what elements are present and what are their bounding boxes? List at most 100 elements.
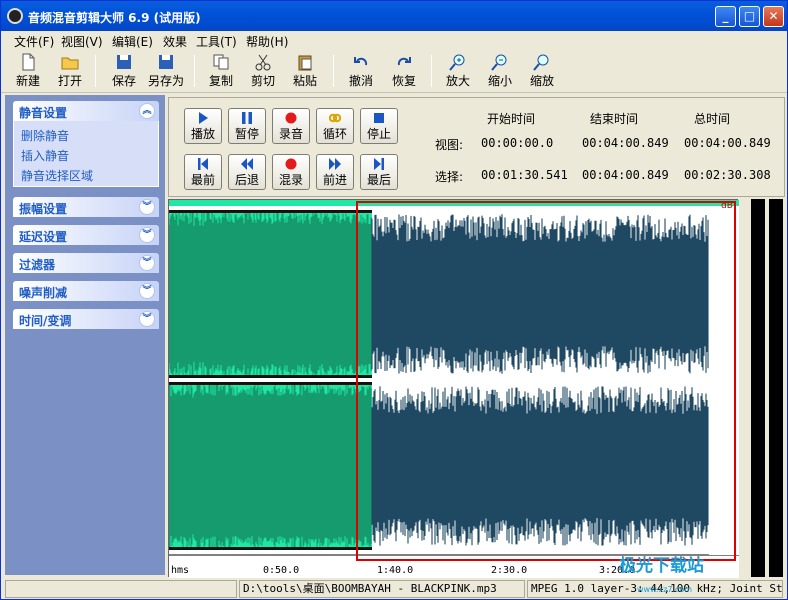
- save-disk-icon: [117, 55, 131, 69]
- status-empty-pane: [5, 580, 237, 598]
- chevron-down-icon[interactable]: ︾: [139, 283, 155, 299]
- redo-label: 恢复: [391, 74, 416, 88]
- toolbar-separator: [333, 55, 334, 87]
- rewind-button[interactable]: 后退: [228, 154, 266, 190]
- new-button[interactable]: 新建: [13, 51, 43, 91]
- paste-button[interactable]: 粘贴: [290, 51, 320, 91]
- menu-edit[interactable]: 编辑(E): [112, 33, 153, 50]
- noise-section-header[interactable]: 噪声削减 ︾: [13, 281, 159, 301]
- zoom-in-label: 放大: [445, 74, 470, 88]
- copy-label: 复制: [208, 74, 233, 88]
- task-pane: 静音设置 ︽ 删除静音 插入静音 静音选择区域 振幅设置 ︾ 延迟设置 ︾ 过滤…: [5, 95, 165, 575]
- go-first-button[interactable]: 最前: [184, 154, 222, 190]
- title-bar: 音频混音剪辑大师 6.9 (试用版) _ □ ✕: [1, 1, 787, 31]
- level-meter-left: [751, 199, 765, 577]
- transport-panel: 播放 暂停 录音 循环 停止 最前 后退 混录 前进 最后 开始时间 结束时间 …: [168, 97, 785, 197]
- delay-section-header[interactable]: 延迟设置 ︾: [13, 225, 159, 245]
- waveform-view[interactable]: hms 0:50.0 1:40.0 2:30.0 3:20.0 dB: [168, 199, 739, 578]
- rewind-label: 后退: [234, 173, 259, 187]
- record-label: 录音: [278, 127, 303, 141]
- cut-label: 剪切: [250, 74, 275, 88]
- timeline-tick-label: 2:30.0: [491, 565, 527, 576]
- time-pitch-section-header[interactable]: 时间/变调 ︾: [13, 309, 159, 329]
- toolbar: 新建 打开 保存 另存为 复制 剪切 粘贴 撤消 恢复 放大 缩小 缩放: [1, 49, 787, 93]
- mix-record-icon: [285, 158, 297, 170]
- zoom-in-button[interactable]: 放大: [443, 51, 473, 91]
- chevron-down-icon[interactable]: ︾: [139, 311, 155, 327]
- go-last-button[interactable]: 最后: [360, 154, 398, 190]
- silence-selection-link[interactable]: 静音选择区域: [21, 167, 93, 184]
- play-button[interactable]: 播放: [184, 108, 222, 144]
- zoom-out-icon: [491, 54, 507, 71]
- menu-tools[interactable]: 工具(T): [196, 33, 237, 50]
- save-button[interactable]: 保存: [109, 51, 139, 91]
- selection-row-label: 选择:: [435, 170, 464, 184]
- view-start-value: 00:00:00.0: [481, 136, 554, 150]
- zoom-button[interactable]: 缩放: [527, 51, 557, 91]
- level-meter-right: [769, 199, 783, 577]
- save-as-label: 另存为: [147, 74, 184, 88]
- timeline-tick-label: 0:50.0: [263, 565, 299, 576]
- minimize-button[interactable]: _: [715, 6, 736, 27]
- view-total-value: 00:04:00.849: [684, 136, 771, 150]
- record-button[interactable]: 录音: [272, 108, 310, 144]
- pause-button[interactable]: 暂停: [228, 108, 266, 144]
- selection-end-value: 00:04:00.849: [582, 168, 669, 182]
- save-label: 保存: [111, 74, 136, 88]
- amplitude-section-header[interactable]: 振幅设置 ︾: [13, 197, 159, 217]
- undo-label: 撤消: [348, 74, 373, 88]
- timeline-tick-label: 1:40.0: [377, 565, 413, 576]
- chevron-down-icon[interactable]: ︾: [139, 227, 155, 243]
- forward-label: 前进: [322, 173, 347, 187]
- loop-label: 循环: [322, 127, 347, 141]
- start-time-header: 开始时间: [487, 112, 536, 126]
- toolbar-separator: [431, 55, 432, 87]
- menu-help[interactable]: 帮助(H): [246, 33, 288, 50]
- pause-label: 暂停: [234, 127, 259, 141]
- play-label: 播放: [190, 127, 215, 141]
- cut-button[interactable]: 剪切: [248, 51, 278, 91]
- zoom-out-button[interactable]: 缩小: [485, 51, 515, 91]
- undo-button[interactable]: 撤消: [346, 51, 376, 91]
- zoom-out-label: 缩小: [487, 74, 512, 88]
- close-button[interactable]: ✕: [763, 6, 784, 27]
- open-button[interactable]: 打开: [55, 51, 85, 91]
- toolbar-separator: [194, 55, 195, 87]
- menu-view[interactable]: 视图(V): [61, 33, 103, 50]
- save-as-button[interactable]: 另存为: [146, 51, 186, 91]
- stop-icon: [374, 113, 384, 123]
- redo-button[interactable]: 恢复: [389, 51, 419, 91]
- menu-bar: 文件(F) 视图(V) 编辑(E) 效果 工具(T) 帮助(H): [1, 31, 787, 49]
- mix-record-label: 混录: [278, 173, 303, 187]
- waveform-canvas[interactable]: hms 0:50.0 1:40.0 2:30.0 3:20.0 dB: [168, 200, 739, 578]
- view-end-value: 00:04:00.849: [582, 136, 669, 150]
- app-window: 音频混音剪辑大师 6.9 (试用版) _ □ ✕ 文件(F) 视图(V) 编辑(…: [0, 0, 788, 600]
- chevron-down-icon[interactable]: ︾: [139, 199, 155, 215]
- delay-section-title: 延迟设置: [19, 230, 68, 244]
- menu-file[interactable]: 文件(F): [14, 33, 54, 50]
- loop-button[interactable]: 循环: [316, 108, 354, 144]
- play-icon: [199, 112, 208, 124]
- chevron-down-icon[interactable]: ︾: [139, 255, 155, 271]
- loop-icon: [329, 113, 341, 123]
- redo-icon: [397, 57, 411, 66]
- selection-start-value: 00:01:30.541: [481, 168, 568, 182]
- open-folder-icon: [61, 57, 79, 70]
- mix-record-button[interactable]: 混录: [272, 154, 310, 190]
- record-icon: [285, 112, 297, 124]
- delete-silence-link[interactable]: 删除静音: [21, 127, 69, 144]
- menu-effects[interactable]: 效果: [163, 33, 187, 50]
- maximize-button[interactable]: □: [739, 6, 760, 27]
- pause-icon: [242, 112, 252, 124]
- filter-section-title: 过滤器: [19, 258, 56, 272]
- copy-button[interactable]: 复制: [206, 51, 236, 91]
- silence-section-header[interactable]: 静音设置 ︽: [13, 101, 159, 121]
- chevron-up-icon[interactable]: ︽: [139, 103, 155, 119]
- new-label: 新建: [15, 74, 40, 88]
- insert-silence-link[interactable]: 插入静音: [21, 147, 69, 164]
- filter-section-header[interactable]: 过滤器 ︾: [13, 253, 159, 273]
- skip-to-start-icon: [198, 158, 208, 170]
- forward-button[interactable]: 前进: [316, 154, 354, 190]
- stop-button[interactable]: 停止: [360, 108, 398, 144]
- time-pitch-section-title: 时间/变调: [19, 314, 72, 328]
